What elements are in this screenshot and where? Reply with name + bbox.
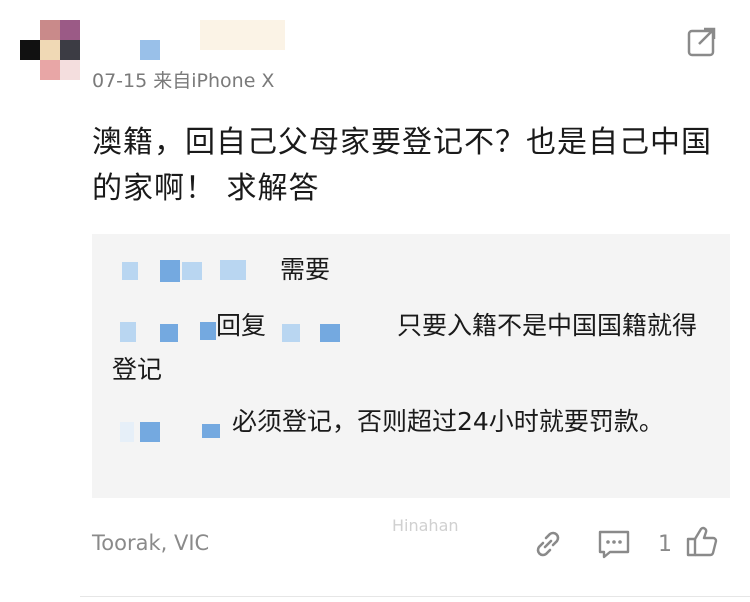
username-redacted-bg — [200, 20, 285, 50]
comment-icon[interactable] — [596, 526, 632, 566]
comment-meta: 07-15 来自iPhone X — [92, 70, 275, 92]
thumbs-up-icon[interactable] — [684, 524, 720, 564]
reply-item: 必须登记，否则超过24小时就要罚款。 — [232, 407, 664, 436]
location-label: Toorak, VIC — [92, 531, 210, 555]
divider — [80, 596, 750, 597]
reply-item: 只要入籍不是中国国籍就得登记 — [112, 311, 698, 384]
redacted-name — [122, 262, 138, 280]
redacted-name — [182, 262, 202, 280]
avatar[interactable] — [20, 20, 82, 82]
redacted-name — [160, 260, 180, 282]
comment-text: 澳籍，回自己父母家要登记不？也是自己中国的家啊！ 求解答 — [92, 125, 712, 206]
link-icon[interactable] — [530, 526, 566, 566]
redacted-name — [220, 260, 246, 280]
share-icon[interactable] — [685, 24, 719, 58]
watermark: Hinahan — [392, 516, 459, 535]
reply-item: 需要 — [280, 255, 331, 284]
reply-list: 需要 Hinahan 回复 只要入籍不是中国国籍就得登记 必须登记，否则超过24… — [92, 234, 730, 535]
username-redacted — [140, 40, 160, 60]
like-count: 1 — [658, 532, 672, 557]
